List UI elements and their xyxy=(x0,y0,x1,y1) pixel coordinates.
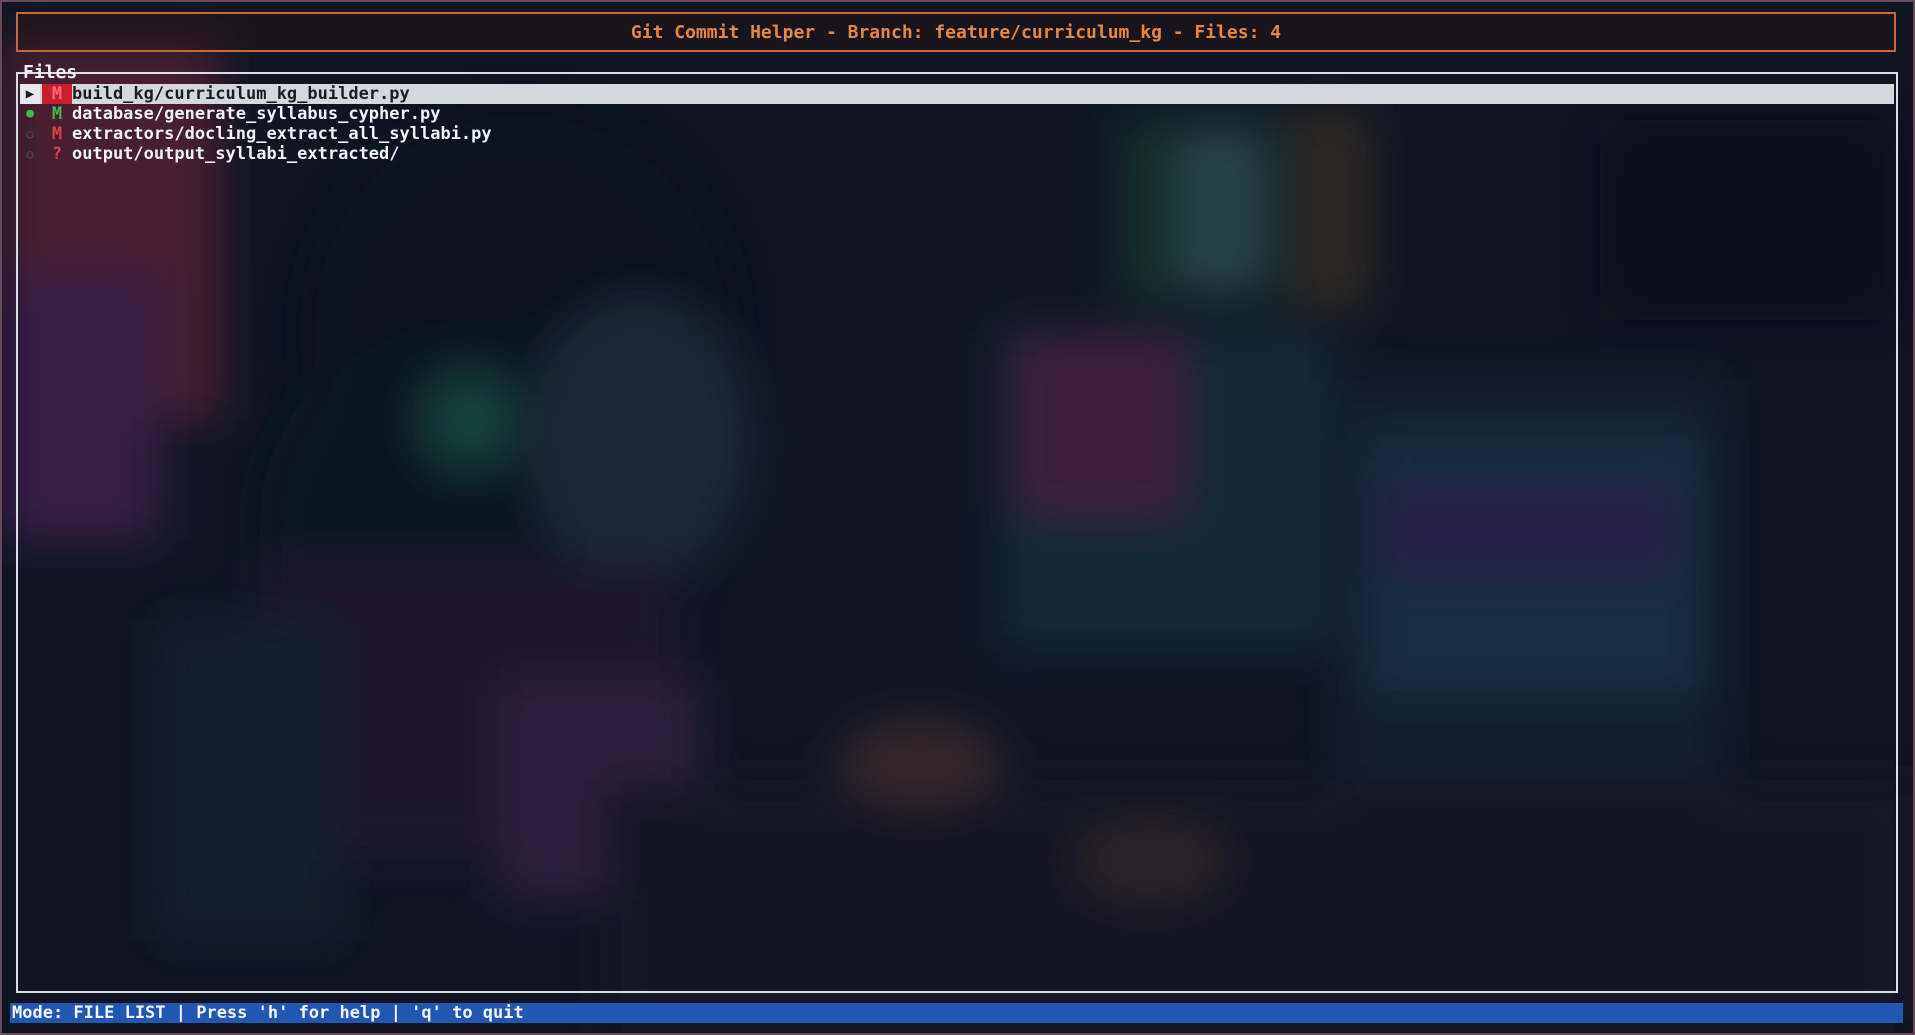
file-status-badge: M xyxy=(42,84,72,104)
file-status-badge: M xyxy=(51,104,63,124)
file-row[interactable]: ○ M extractors/docling_extract_all_sylla… xyxy=(20,124,1894,144)
file-row[interactable]: ○ ? output/output_syllabi_extracted/ xyxy=(20,144,1894,164)
file-path: build_kg/curriculum_kg_builder.py xyxy=(72,84,410,104)
status-bar: Mode: FILE LIST | Press 'h' for help | '… xyxy=(10,1003,1903,1023)
unstaged-circle-icon: ○ xyxy=(26,147,34,161)
file-list: ▶ M build_kg/curriculum_kg_builder.py ● … xyxy=(20,84,1894,164)
file-row-selected[interactable]: ▶ M build_kg/curriculum_kg_builder.py xyxy=(20,84,1894,104)
file-path: database/generate_syllabus_cypher.py xyxy=(72,104,441,124)
file-status-badge: M xyxy=(51,124,63,144)
file-path: output/output_syllabi_extracted/ xyxy=(72,144,400,164)
title-bar: Git Commit Helper - Branch: feature/curr… xyxy=(16,12,1896,52)
file-row[interactable]: ● M database/generate_syllabus_cypher.py xyxy=(20,104,1894,124)
file-status-badge: ? xyxy=(51,144,63,164)
files-panel: Files ▶ M build_kg/curriculum_kg_builder… xyxy=(16,64,1898,993)
files-panel-label: Files xyxy=(23,62,78,83)
staged-dot-icon: ● xyxy=(26,106,34,121)
unstaged-circle-icon: ○ xyxy=(26,127,34,141)
window-title: Git Commit Helper - Branch: feature/curr… xyxy=(630,21,1282,43)
file-path: extractors/docling_extract_all_syllabi.p… xyxy=(72,124,492,144)
status-bar-text: Mode: FILE LIST | Press 'h' for help | '… xyxy=(12,1003,524,1023)
selection-arrow-icon: ▶ xyxy=(20,84,40,104)
